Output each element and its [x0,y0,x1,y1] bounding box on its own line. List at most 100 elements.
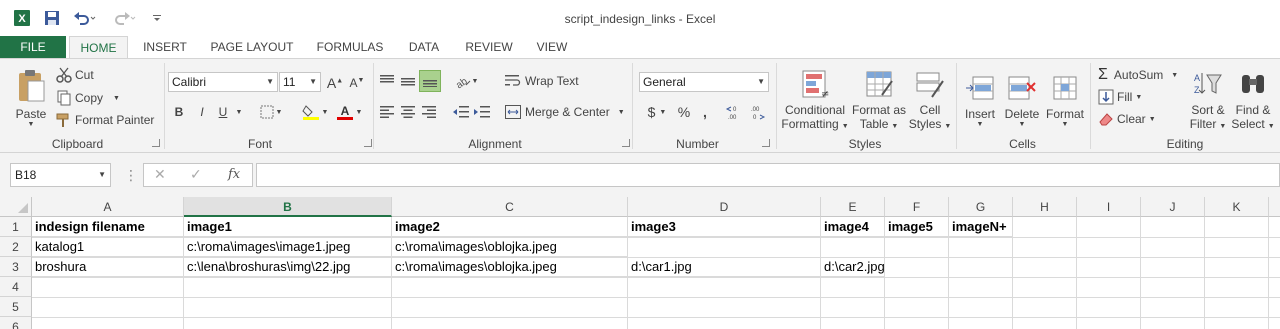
dialog-launcher-icon[interactable] [364,139,372,147]
cell-f1[interactable]: image5 [885,217,949,237]
dialog-launcher-icon[interactable] [762,139,770,147]
paste-button[interactable]: Paste ▼ [10,65,52,131]
find-select-button[interactable]: Find & Select ▼ [1230,65,1276,135]
currency-button[interactable]: $ ▼ [642,102,672,122]
number-format-select[interactable]: General ▼ [639,72,769,92]
italic-button[interactable]: I [193,102,211,122]
dialog-launcher-icon[interactable] [152,139,160,147]
tab-page-layout[interactable]: PAGE LAYOUT [202,36,302,58]
cell-c1[interactable]: image2 [392,217,628,237]
cell-b1[interactable]: image1 [184,217,392,237]
delete-cells-button[interactable]: Delete ▼ [1002,65,1042,135]
cell-b3[interactable]: c:\lena\broshuras\img\22.jpg [184,257,392,277]
copy-label: Copy [75,91,104,105]
tab-review[interactable]: REVIEW [458,36,520,58]
svg-text:0: 0 [733,107,737,113]
cell-c2[interactable]: c:\roma\images\oblojka.jpeg [392,237,628,257]
chevron-down-icon: ▼ [1267,123,1275,130]
bold-button[interactable]: B [170,102,188,122]
formula-input[interactable] [256,163,1280,187]
fill-button[interactable]: Fill ▼ [1098,87,1142,107]
tab-formulas[interactable]: FORMULAS [310,36,390,58]
decrease-indent-button[interactable] [451,102,471,122]
tab-view[interactable]: VIEW [528,36,576,58]
chevron-down-icon: ▼ [1061,120,1069,128]
cell-a1[interactable]: indesign filename [32,217,184,237]
cell-styles-button[interactable]: Cell Styles ▼ [908,65,952,135]
name-box[interactable]: B18 ▼ [10,163,111,187]
svg-text:.00: .00 [728,115,737,120]
sort-filter-button[interactable]: AZ Sort & Filter ▼ [1186,65,1230,135]
chevron-down-icon: ▼ [471,77,479,85]
copy-button[interactable]: Copy ▼ [56,88,120,108]
chevron-down-icon[interactable]: ▼ [234,102,244,122]
chevron-down-icon: ▼ [266,77,274,86]
font-size-select[interactable]: 11 ▼ [279,72,321,92]
cut-button[interactable]: Cut [56,65,94,85]
formula-bar: B18 ▼ ⋮ ✕ ✓ fx [0,153,1280,197]
sort-filter-label-1: Sort & [1191,103,1225,117]
wrap-text-button[interactable]: Wrap Text [505,71,579,91]
formula-bar-grip-icon[interactable]: ⋮ [124,165,138,185]
cell-styles-label-row: Styles ▼ [909,117,952,131]
cell-c3[interactable]: c:\roma\images\oblojka.jpeg [392,257,628,277]
cell-a3[interactable]: broshura [32,257,184,277]
format-cells-button[interactable]: Format ▼ [1044,65,1086,135]
clear-button[interactable]: Clear ▼ [1098,109,1156,129]
enter-icon[interactable]: ✓ [190,166,202,183]
delete-cells-label: Delete [1004,106,1040,121]
orientation-button[interactable]: ab ▼ [451,71,481,91]
cell-b2[interactable]: c:\roma\images\image1.jpeg [184,237,392,257]
font-name-select[interactable]: Calibri ▼ [168,72,278,92]
autosum-button[interactable]: Σ AutoSum ▼ [1098,65,1178,85]
merge-center-button[interactable]: Merge & Center ▼ [505,102,625,122]
increase-indent-icon [474,106,490,118]
title-bar: X script_indesign_links - Excel [0,0,1280,36]
decrease-font-size-button[interactable]: A▼ [348,73,366,93]
tab-file[interactable]: FILE [0,36,66,58]
fill-label: Fill [1117,90,1133,104]
ribbon-tabs: FILE HOME INSERT PAGE LAYOUT FORMULAS DA… [0,36,1280,59]
insert-cells-icon [966,76,994,99]
align-left-button[interactable] [377,102,397,122]
find-select-label-2: Select [1231,117,1265,131]
comma-button[interactable]: , [697,102,713,122]
wrap-text-label: Wrap Text [525,74,579,88]
chevron-down-icon: ▼ [355,108,363,116]
percent-button[interactable]: % [675,102,693,122]
align-bottom-button[interactable] [419,70,441,92]
align-middle-button[interactable] [398,71,418,91]
conditional-formatting-button[interactable]: ≠ Conditional Formatting ▼ [781,65,849,135]
cell-d1[interactable]: image3 [628,217,821,237]
cell-a2[interactable]: katalog1 [32,237,184,257]
cell-e3[interactable]: d:\car2.jpg [821,257,885,277]
font-color-button[interactable]: A ▼ [334,102,364,122]
align-center-button[interactable] [398,102,418,122]
format-as-table-button[interactable]: Format as Table ▼ [850,65,908,135]
insert-cells-label: Insert [964,106,995,121]
fill-color-button[interactable]: ▼ [298,102,332,122]
tab-home[interactable]: HOME [69,36,128,59]
align-top-button[interactable] [377,71,397,91]
insert-function-icon[interactable]: fx [228,167,240,182]
increase-decimal-button[interactable]: 0.00 [725,102,745,122]
cancel-icon[interactable]: ✕ [154,166,166,183]
cell-d3[interactable]: d:\car1.jpg [628,257,821,277]
underline-button[interactable]: U [214,102,232,122]
chevron-down-icon: ▼ [321,108,329,116]
dialog-launcher-icon[interactable] [622,139,630,147]
cell-g1[interactable]: imageN+ [949,217,1013,237]
cell-e1[interactable]: image4 [821,217,885,237]
tab-data[interactable]: DATA [398,36,450,58]
tab-insert[interactable]: INSERT [136,36,194,58]
increase-font-icon: A▲ [326,75,344,91]
increase-font-size-button[interactable]: A▲ [326,73,344,93]
increase-indent-button[interactable] [472,102,492,122]
format-painter-button[interactable]: Format Painter [56,110,154,130]
decrease-decimal-button[interactable]: .00 0 [748,102,768,122]
insert-cells-button[interactable]: Insert ▼ [960,65,1000,135]
group-separator [776,63,777,149]
borders-button[interactable]: ▼ [256,102,286,122]
align-right-button[interactable] [419,102,439,122]
align-middle-icon [401,78,415,86]
